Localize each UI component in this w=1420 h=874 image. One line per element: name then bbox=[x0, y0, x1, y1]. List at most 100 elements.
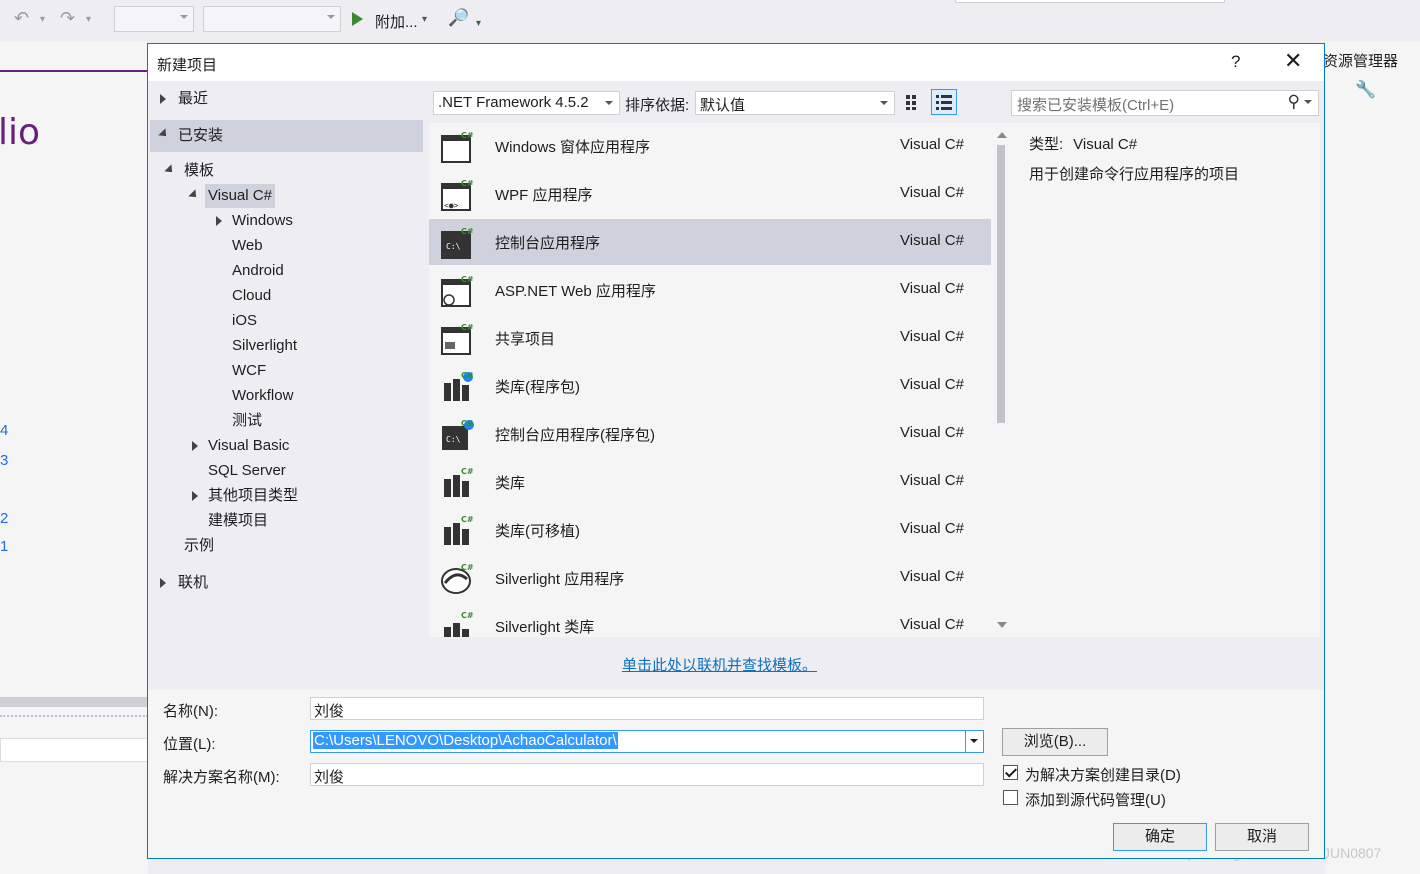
scroll-up-icon[interactable] bbox=[997, 132, 1007, 138]
start-play-icon[interactable] bbox=[352, 12, 363, 26]
solution-platform-combo[interactable] bbox=[203, 6, 341, 32]
tree-item-label: 已安装 bbox=[178, 127, 224, 144]
svg-text:C#: C# bbox=[461, 611, 474, 620]
class-library-package-icon: C# bbox=[439, 369, 475, 405]
tree-item-installed[interactable]: 已安装 bbox=[150, 120, 423, 152]
template-type: 类型: Visual C# bbox=[1029, 133, 1137, 154]
browse-button[interactable]: 浏览(B)... bbox=[1002, 728, 1108, 756]
attach-dropdown-icon[interactable]: ▾ bbox=[422, 14, 427, 25]
tree-item-label: 模板 bbox=[184, 162, 215, 179]
expand-arrow-icon[interactable] bbox=[192, 491, 198, 501]
undo-icon[interactable]: ↶ bbox=[14, 8, 29, 29]
framework-select[interactable]: .NET Framework 4.5.2 bbox=[433, 91, 620, 115]
find-templates-online-link[interactable]: 单击此处以联机并查找模板。 bbox=[622, 654, 817, 675]
svg-text:C#: C# bbox=[461, 179, 474, 188]
toolbar-overflow-icon[interactable]: ▾ bbox=[476, 18, 481, 29]
template-row[interactable]: C:\ C# 控制台应用程序(程序包) Visual C# bbox=[429, 411, 991, 457]
silverlight-app-icon: C# bbox=[439, 561, 475, 597]
find-in-files-icon[interactable]: 🔎 bbox=[448, 8, 469, 28]
tree-item-android[interactable]: Android bbox=[232, 259, 284, 283]
tree-item-ios[interactable]: iOS bbox=[232, 309, 257, 333]
tree-item-cloud[interactable]: Cloud bbox=[232, 284, 271, 308]
template-row[interactable]: <●> C# WPF 应用程序 Visual C# bbox=[429, 171, 991, 217]
tree-item-label: Visual C# bbox=[205, 184, 275, 208]
shared-project-icon: C# bbox=[439, 321, 475, 357]
type-label: 类型: bbox=[1029, 136, 1064, 153]
tree-item-web[interactable]: Web bbox=[232, 234, 263, 258]
attach-button[interactable]: 附加... bbox=[375, 11, 418, 32]
svg-text:C#: C# bbox=[461, 371, 474, 380]
scroll-down-icon[interactable] bbox=[997, 622, 1007, 628]
chevron-down-icon[interactable] bbox=[1304, 100, 1312, 104]
help-button[interactable]: ? bbox=[1231, 52, 1240, 72]
redo-dropdown-icon[interactable]: ▾ bbox=[86, 14, 91, 25]
list-view-icon bbox=[936, 95, 952, 110]
recent-item-number[interactable]: 1 bbox=[0, 538, 8, 555]
collapse-arrow-icon[interactable] bbox=[158, 128, 170, 140]
template-row[interactable]: C# Windows 窗体应用程序 Visual C# bbox=[429, 123, 991, 169]
properties-wrench-icon[interactable]: 🔧 bbox=[1355, 80, 1376, 100]
template-row[interactable]: C# ASP.NET Web 应用程序 Visual C# bbox=[429, 267, 991, 313]
location-value: C:\Users\LENOVO\Desktop\AchaoCalculator\ bbox=[313, 732, 618, 749]
collapse-arrow-icon[interactable] bbox=[164, 164, 176, 176]
recent-item-number[interactable]: 3 bbox=[0, 452, 8, 469]
svg-text:C#: C# bbox=[461, 419, 474, 428]
wpf-icon: <●> C# bbox=[439, 177, 475, 213]
undo-dropdown-icon[interactable]: ▾ bbox=[40, 14, 45, 25]
tree-item-recent[interactable]: 最近 bbox=[150, 87, 423, 111]
template-name: 共享项目 bbox=[495, 331, 556, 348]
solution-config-combo[interactable] bbox=[114, 6, 194, 32]
grid-view-button[interactable] bbox=[901, 89, 927, 115]
ok-button[interactable]: 确定 bbox=[1113, 823, 1207, 851]
template-list: C# Windows 窗体应用程序 Visual C# <●> C# WPF 应用程序 Vi… bbox=[429, 123, 993, 637]
sort-select[interactable]: 默认值 bbox=[695, 91, 895, 115]
solution-name-input[interactable]: 刘俊 bbox=[310, 763, 984, 786]
template-search-input[interactable]: 搜索已安装模板(Ctrl+E) ⚲ bbox=[1011, 90, 1319, 116]
template-name: WPF 应用程序 bbox=[495, 187, 593, 204]
close-button[interactable]: ✕ bbox=[1284, 49, 1302, 74]
redo-icon[interactable]: ↷ bbox=[60, 8, 75, 29]
location-dropdown-button[interactable] bbox=[965, 731, 983, 752]
template-row[interactable]: C# Silverlight 类库 Visual C# bbox=[429, 603, 991, 637]
recent-item-number[interactable]: 4 bbox=[0, 422, 8, 439]
template-category-tree: 最近 已安装 模板 Visual C# Windows Web Android … bbox=[150, 85, 423, 690]
template-row[interactable]: C# 类库(程序包) Visual C# bbox=[429, 363, 991, 409]
template-language: Visual C# bbox=[900, 232, 964, 249]
template-row[interactable]: C# 类库(可移植) Visual C# bbox=[429, 507, 991, 553]
tree-item-wcf[interactable]: WCF bbox=[232, 359, 266, 383]
expand-arrow-icon[interactable] bbox=[192, 441, 198, 451]
template-row[interactable]: C# 共享项目 Visual C# bbox=[429, 315, 991, 361]
create-directory-checkbox[interactable] bbox=[1003, 765, 1018, 780]
collapse-arrow-icon[interactable] bbox=[188, 189, 200, 201]
svg-text:C#: C# bbox=[461, 515, 474, 524]
tree-item-samples[interactable]: 示例 bbox=[184, 534, 214, 558]
dialog-title: 新建项目 bbox=[157, 57, 218, 74]
add-source-control-checkbox[interactable] bbox=[1003, 790, 1018, 805]
location-input[interactable]: C:\Users\LENOVO\Desktop\AchaoCalculator\ bbox=[310, 730, 984, 753]
template-row[interactable]: C:\ C# 控制台应用程序 Visual C# bbox=[429, 219, 991, 265]
splitter[interactable] bbox=[0, 715, 148, 721]
tree-item-sql-server[interactable]: SQL Server bbox=[208, 459, 286, 483]
project-name-input[interactable]: 刘俊 bbox=[310, 697, 984, 720]
expand-arrow-icon[interactable] bbox=[160, 94, 166, 104]
tree-item-silverlight[interactable]: Silverlight bbox=[232, 334, 297, 358]
template-list-scrollbar[interactable] bbox=[993, 123, 1012, 637]
search-icon[interactable]: ⚲ bbox=[1288, 92, 1300, 112]
output-panel-field bbox=[0, 738, 148, 762]
tree-item-workflow[interactable]: Workflow bbox=[232, 384, 293, 408]
tree-item-test[interactable]: 测试 bbox=[232, 409, 262, 433]
tree-item-visual-csharp[interactable]: Visual C# bbox=[150, 184, 280, 208]
cancel-button[interactable]: 取消 bbox=[1215, 823, 1309, 851]
quick-launch-box[interactable] bbox=[955, 0, 1225, 3]
start-page-accent-bar bbox=[0, 70, 148, 72]
tree-item-modeling[interactable]: 建模项目 bbox=[208, 509, 268, 533]
recent-item-number[interactable]: 2 bbox=[0, 510, 8, 527]
solution-explorer-panel: 资源管理器 🔧 bbox=[1323, 42, 1420, 874]
template-row[interactable]: C# Silverlight 应用程序 Visual C# bbox=[429, 555, 991, 601]
scroll-thumb[interactable] bbox=[997, 145, 1005, 423]
expand-arrow-icon[interactable] bbox=[160, 578, 166, 588]
template-row[interactable]: C# 类库 Visual C# bbox=[429, 459, 991, 505]
name-label: 名称(N): bbox=[163, 703, 218, 720]
list-view-button[interactable] bbox=[931, 89, 957, 115]
expand-arrow-icon[interactable] bbox=[216, 216, 222, 226]
